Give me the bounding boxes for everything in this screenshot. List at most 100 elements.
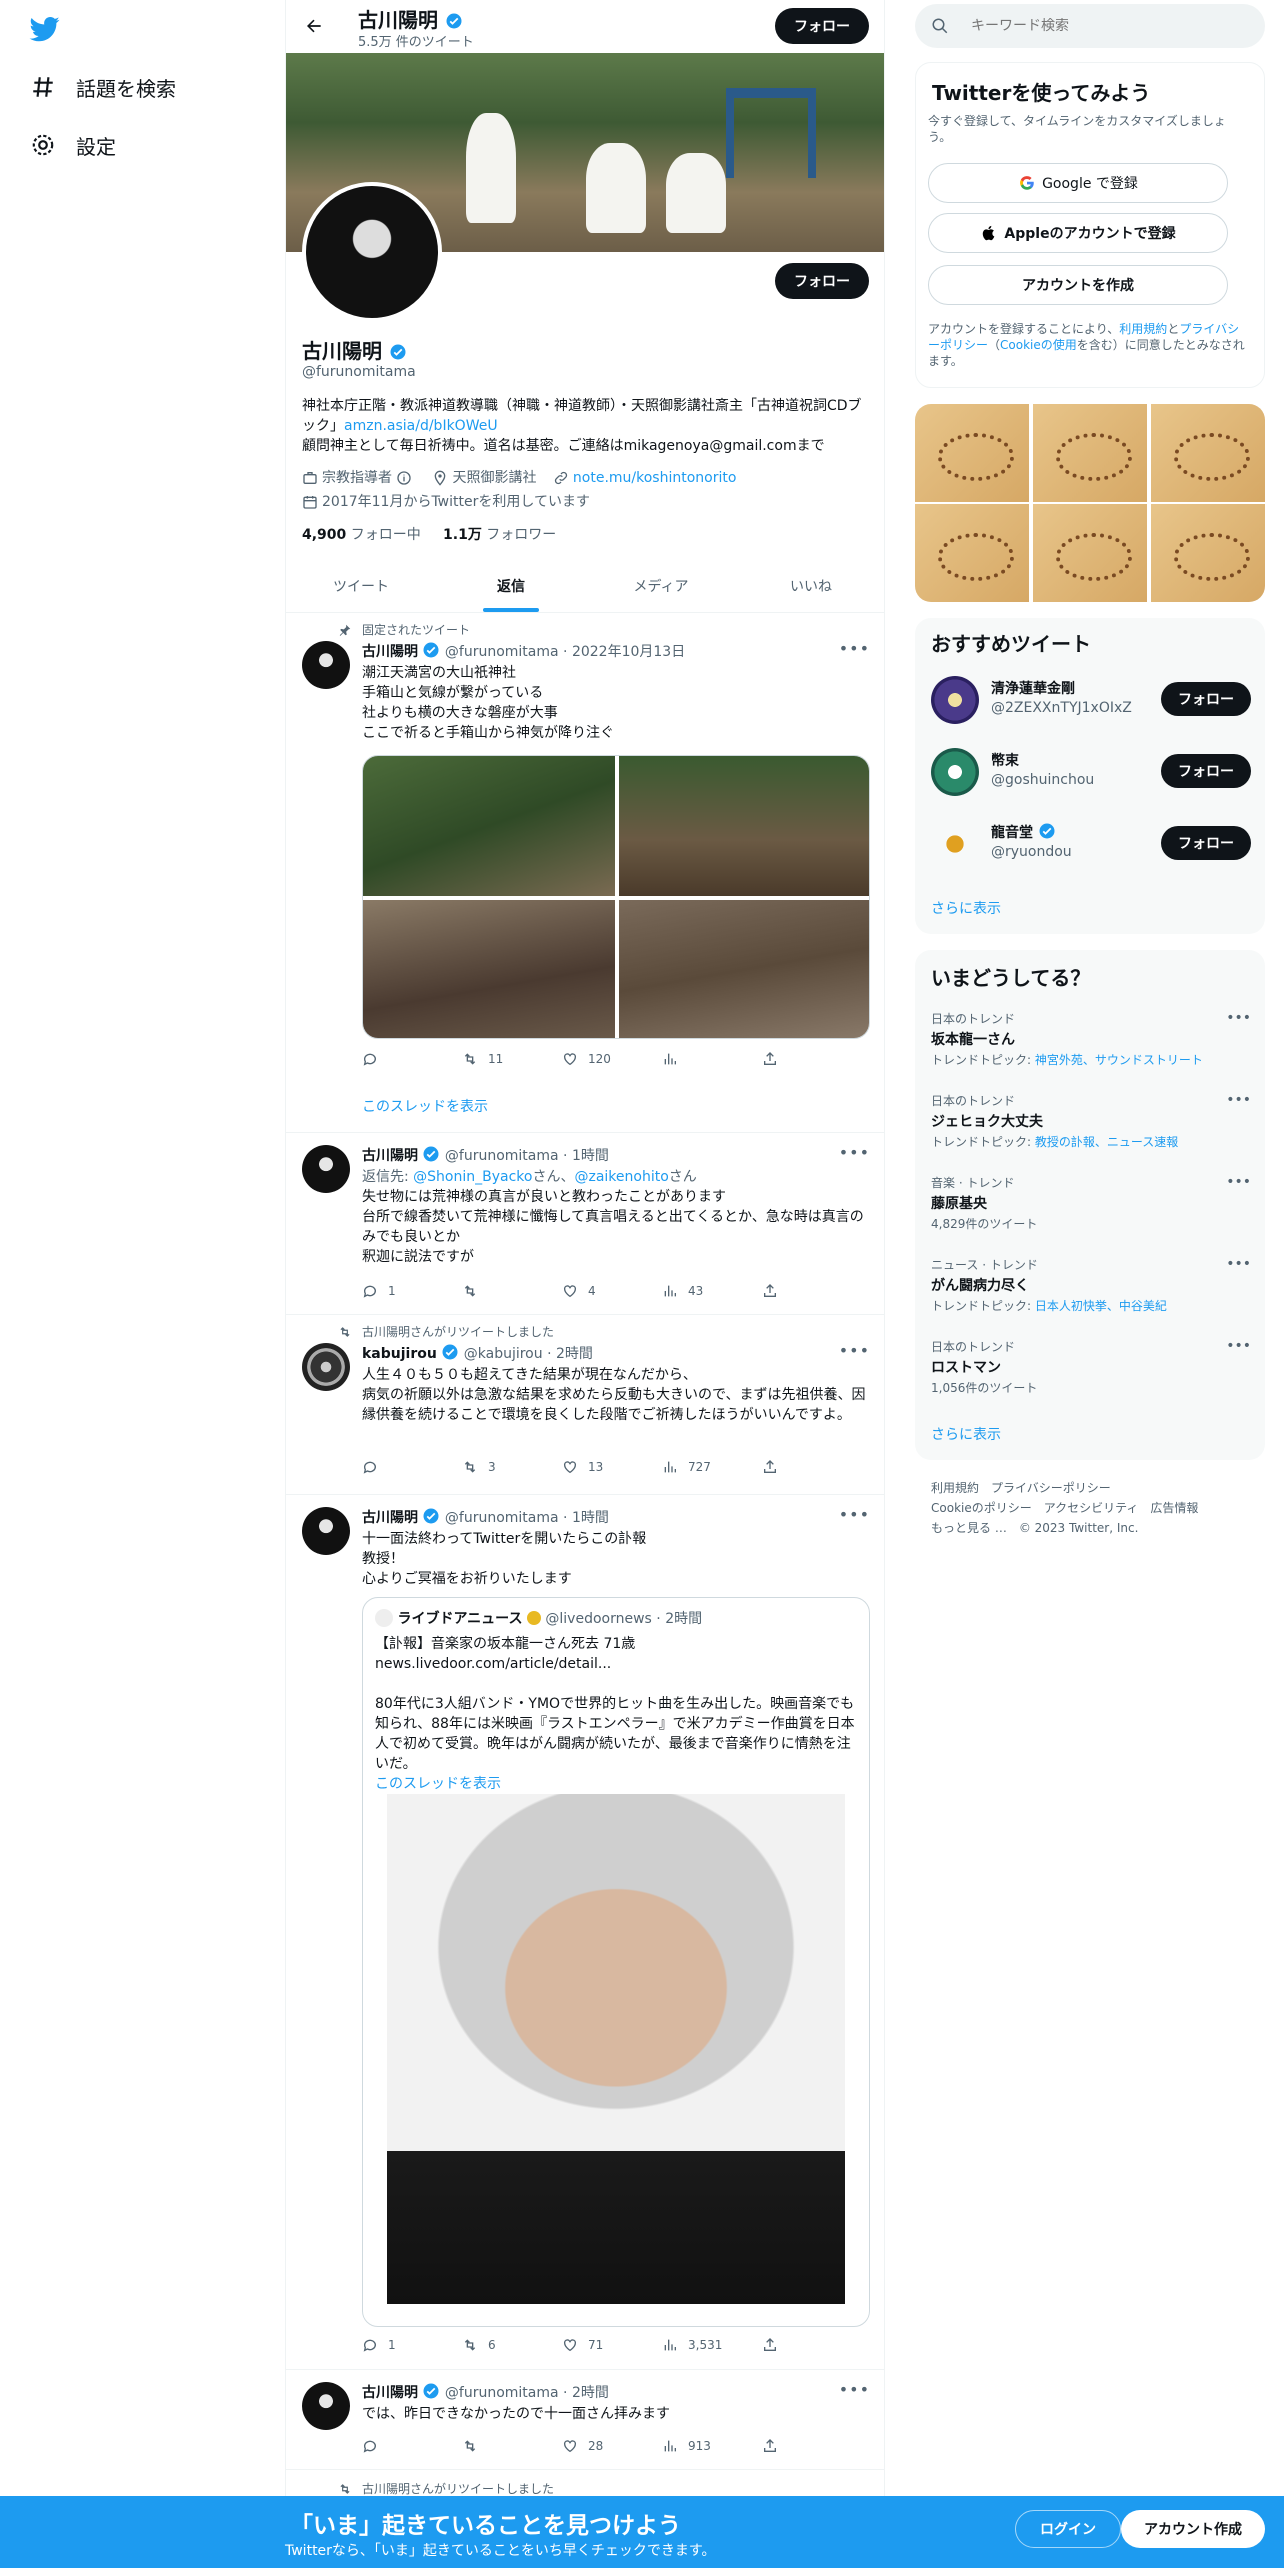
tweet-photo[interactable] bbox=[619, 900, 869, 1038]
tweet-author-name[interactable]: kabujirou bbox=[362, 1346, 437, 1362]
trend-more-icon[interactable]: ••• bbox=[1226, 1174, 1251, 1190]
reply-button[interactable]: 1 bbox=[362, 1283, 462, 1299]
recommend-avatar[interactable] bbox=[931, 676, 979, 724]
tweet-author-handle[interactable]: @furunomitama bbox=[445, 2385, 559, 2401]
like-button[interactable]: 4 bbox=[562, 1283, 662, 1299]
media-thumbnail[interactable] bbox=[1033, 404, 1147, 502]
views-button[interactable]: 913 bbox=[662, 2438, 762, 2454]
tweet-avatar[interactable] bbox=[302, 1343, 350, 1391]
like-button[interactable]: 120 bbox=[562, 1051, 662, 1067]
tweet-time[interactable]: 2時間 bbox=[572, 2385, 609, 2401]
footer-privacy-link[interactable]: プライバシーポリシー bbox=[991, 1481, 1111, 1495]
recommend-user[interactable]: 幣束 @goshuinchou フォロー bbox=[931, 744, 1251, 800]
tweet-retweeted[interactable]: 古川陽明さんがリツイートしました kabujirou @kabujirou · … bbox=[286, 1315, 884, 1495]
google-signup-button[interactable]: Google で登録 bbox=[928, 163, 1228, 203]
search-box[interactable] bbox=[915, 4, 1265, 48]
trend-sub-links[interactable]: 教授の訃報、ニュース速報 bbox=[1035, 1135, 1178, 1149]
tweet-author-name[interactable]: 古川陽明 bbox=[362, 1510, 418, 1526]
share-button[interactable] bbox=[762, 1459, 802, 1475]
media-thumbnail[interactable] bbox=[1151, 504, 1265, 602]
tweet-author-handle[interactable]: @furunomitama bbox=[445, 644, 559, 660]
tweet-photo[interactable] bbox=[619, 756, 869, 896]
tab-media[interactable]: メディア bbox=[586, 560, 736, 612]
tab-replies[interactable]: 返信 bbox=[436, 560, 586, 612]
tweet-pinned[interactable]: 固定されたツイート 古川陽明 @furunomitama · 2022年10月1… bbox=[286, 613, 884, 1133]
trend-more-icon[interactable]: ••• bbox=[1226, 1338, 1251, 1354]
tweet-more-icon[interactable]: ••• bbox=[839, 639, 870, 658]
profile-avatar[interactable] bbox=[302, 182, 442, 322]
tweet-time[interactable]: 2時間 bbox=[556, 1346, 593, 1362]
trend-item[interactable]: 日本のトレンド 坂本龍一さん トレンドトピック: 神宮外苑、サウンドストリート … bbox=[931, 1010, 1251, 1068]
tweet-time[interactable]: 1時間 bbox=[572, 1148, 609, 1164]
tweet-avatar[interactable] bbox=[302, 1507, 350, 1555]
reply-button[interactable] bbox=[362, 2438, 462, 2454]
terms-link[interactable]: 利用規約 bbox=[1119, 322, 1167, 336]
recommend-avatar[interactable] bbox=[931, 820, 979, 868]
signup-button[interactable]: アカウント作成 bbox=[1121, 2510, 1265, 2548]
like-button[interactable]: 71 bbox=[562, 2337, 662, 2353]
footer-ads-link[interactable]: 広告情報 bbox=[1150, 1501, 1198, 1515]
views-button[interactable]: 727 bbox=[662, 1459, 762, 1475]
search-input[interactable] bbox=[971, 18, 1231, 34]
login-button[interactable]: ログイン bbox=[1015, 2510, 1121, 2548]
tweet-author-handle[interactable]: @kabujirou bbox=[464, 1346, 543, 1362]
trend-item[interactable]: 日本のトレンド ロストマン 1,056件のツイート ••• bbox=[931, 1338, 1251, 1396]
tweet-author-handle[interactable]: @furunomitama bbox=[445, 1148, 559, 1164]
quote-show-thread[interactable]: このスレッドを表示 bbox=[375, 1774, 859, 1794]
back-button[interactable] bbox=[296, 8, 332, 44]
retweet-button[interactable]: 6 bbox=[462, 2337, 562, 2353]
cookie-link[interactable]: Cookieの使用 bbox=[1000, 338, 1077, 352]
share-button[interactable] bbox=[762, 1283, 802, 1299]
share-button[interactable] bbox=[762, 2337, 802, 2353]
media-thumbnail[interactable] bbox=[1151, 404, 1265, 502]
twitter-logo-icon[interactable] bbox=[28, 14, 62, 44]
trends-show-more[interactable]: さらに表示 bbox=[931, 1424, 1001, 1444]
quote-link[interactable]: news.livedoor.com/article/detail... bbox=[375, 1654, 859, 1674]
followers-link[interactable]: 1.1万 フォロワー bbox=[443, 527, 556, 543]
recommend-user[interactable]: 清浄蓮華金剛 @2ZEXXnTYJ1xOIxZ フォロー bbox=[931, 672, 1251, 728]
create-account-button[interactable]: アカウントを作成 bbox=[928, 265, 1228, 305]
views-button[interactable]: 43 bbox=[662, 1283, 762, 1299]
tweet-author-name[interactable]: 古川陽明 bbox=[362, 1148, 418, 1164]
bio-link[interactable]: amzn.asia/d/bIkOWeU bbox=[344, 418, 498, 434]
trend-item[interactable]: ニュース · トレンド がん闘病力尽く トレンドトピック: 日本人初快挙、中谷美… bbox=[931, 1256, 1251, 1314]
header-follow-button[interactable]: フォロー bbox=[775, 8, 869, 44]
tweet-quote[interactable]: 古川陽明 @furunomitama · 1時間 ••• 十一面法終わってTwi… bbox=[286, 1495, 884, 2370]
media-thumbnail[interactable] bbox=[915, 504, 1029, 602]
info-icon[interactable] bbox=[396, 470, 412, 486]
trend-item[interactable]: 日本のトレンド ジェヒョク大丈夫 トレンドトピック: 教授の訃報、ニュース速報 … bbox=[931, 1092, 1251, 1150]
profile-website[interactable]: note.mu/koshintonorito bbox=[553, 468, 736, 488]
tweet-reply[interactable]: 古川陽明 @furunomitama · 1時間 ••• 返信先: @Shoni… bbox=[286, 1133, 884, 1315]
trend-more-icon[interactable]: ••• bbox=[1226, 1010, 1251, 1026]
trend-item[interactable]: 音楽 · トレンド 藤原基央 4,829件のツイート ••• bbox=[931, 1174, 1251, 1232]
reply-button[interactable] bbox=[362, 1051, 462, 1067]
tweet-more-icon[interactable]: ••• bbox=[839, 2380, 870, 2399]
reply-button[interactable] bbox=[362, 1459, 462, 1475]
trend-more-icon[interactable]: ••• bbox=[1226, 1092, 1251, 1108]
recommend-name[interactable]: 龍音堂 bbox=[991, 822, 1056, 842]
tweet-avatar[interactable] bbox=[302, 1145, 350, 1193]
show-thread-link[interactable]: このスレッドを表示 bbox=[362, 1097, 872, 1117]
tweet-photo[interactable] bbox=[363, 756, 615, 896]
quote-author-name[interactable]: ライブドアニュース bbox=[397, 1611, 522, 1627]
tweet-author-name[interactable]: 古川陽明 bbox=[362, 2385, 418, 2401]
retweet-button[interactable] bbox=[462, 2438, 562, 2454]
quoted-tweet[interactable]: ライブドアニュース @livedoornews · 2時間 【訃報】音楽家の坂本… bbox=[362, 1597, 870, 2327]
nav-explore[interactable]: 話題を検索 bbox=[30, 66, 176, 108]
recommend-user[interactable]: 龍音堂 @ryuondou フォロー bbox=[931, 816, 1251, 872]
recommend-follow-button[interactable]: フォロー bbox=[1161, 826, 1251, 860]
media-thumbnail[interactable] bbox=[1033, 504, 1147, 602]
retweet-button[interactable] bbox=[462, 1283, 562, 1299]
apple-signup-button[interactable]: Appleのアカウントで登録 bbox=[928, 213, 1228, 253]
retweet-button[interactable]: 11 bbox=[462, 1051, 562, 1067]
tweet-more-icon[interactable]: ••• bbox=[839, 1341, 870, 1360]
footer-accessibility-link[interactable]: アクセシビリティ bbox=[1044, 1501, 1139, 1515]
nav-settings[interactable]: 設定 bbox=[30, 124, 116, 166]
retweet-button[interactable]: 3 bbox=[462, 1459, 562, 1475]
footer-terms-link[interactable]: 利用規約 bbox=[931, 1481, 979, 1495]
quote-avatar[interactable] bbox=[375, 1609, 393, 1627]
tab-likes[interactable]: いいね bbox=[736, 560, 884, 612]
recommend-avatar[interactable] bbox=[931, 748, 979, 796]
like-button[interactable]: 28 bbox=[562, 2438, 662, 2454]
footer-cookie-link[interactable]: Cookieのポリシー bbox=[931, 1501, 1032, 1515]
